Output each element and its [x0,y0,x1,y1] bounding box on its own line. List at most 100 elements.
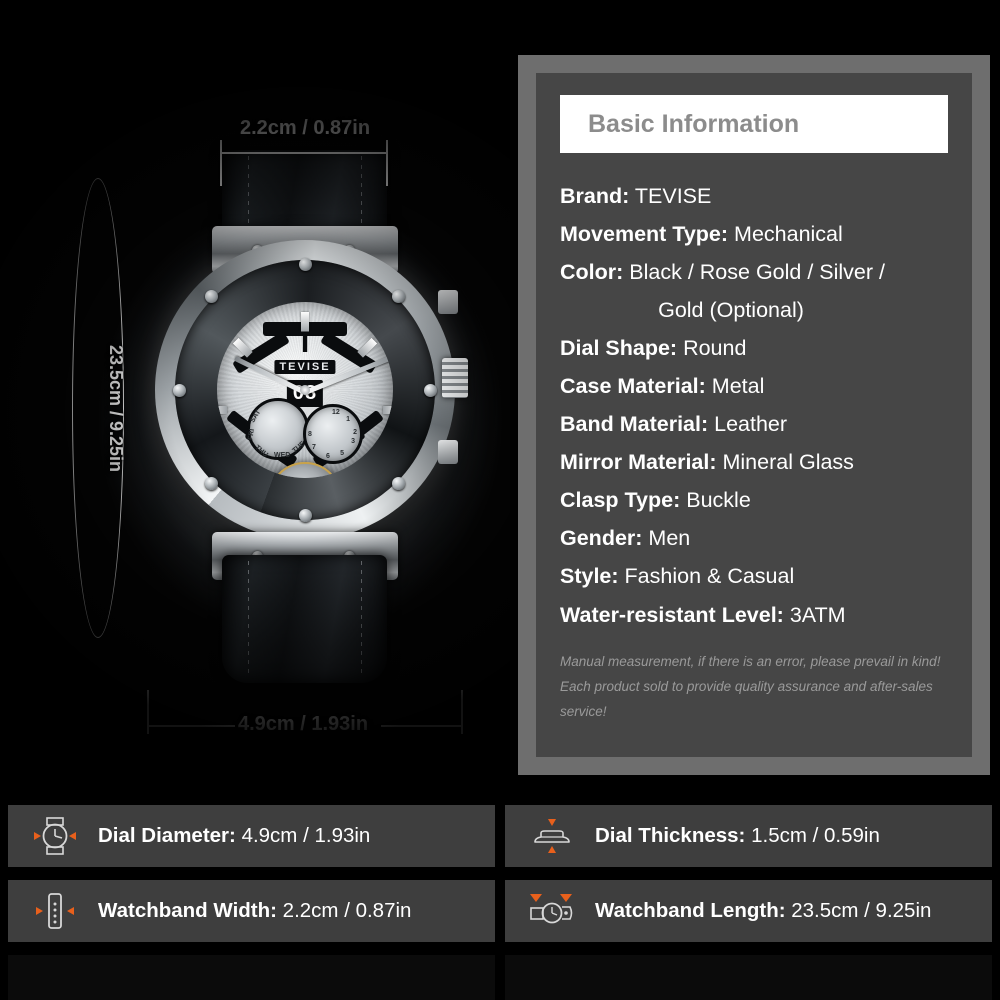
dial-diameter-guide-bar-right [381,725,463,727]
tevise-logo-icon: T [295,326,315,359]
watch-face-icon [26,816,84,856]
spec-value: Metal [711,374,765,399]
spec-key: Gender: [560,526,643,551]
hand-pivot [300,385,310,395]
subdial-hour-3: 3 [351,438,355,445]
subdial-hour-5: 5 [340,450,344,457]
spec-row-color: Color: Black / Rose Gold / Silver / [560,253,948,291]
measurement-value: 1.5cm / 0.59in [751,824,880,847]
measurement-key: Watchband Length: [595,899,786,922]
measurement-bar-text: Watchband Length: 23.5cm / 9.25in [595,899,931,923]
watch-profile-icon [523,816,581,856]
product-photo: T TEVISE 08 SAT FRI THU WED TUE 12 1 [0,0,510,795]
dial-brand-text: TEVISE [274,360,336,374]
spec-row-dial-shape: Dial Shape: Round [560,329,948,367]
measurement-bar-next-row-right [505,955,992,1000]
band-width-label: 2.2cm / 0.87in [240,117,371,139]
measurement-bar-text: Dial Diameter: 4.9cm / 1.93in [98,824,370,848]
spec-row-brand: Brand: TEVISE [560,177,948,215]
spec-row-movement-type: Movement Type: Mechanical [560,215,948,253]
spec-row-gender: Gender: Men [560,519,948,557]
spec-value: Fashion & Casual [624,564,795,589]
subdial-hour-2: 2 [353,429,357,436]
spec-key: Case Material: [560,374,706,399]
panel-note: Manual measurement, if there is an error… [560,650,948,725]
spec-key: Dial Shape: [560,336,678,361]
subdial-hour-1: 1 [346,416,350,423]
day-label-fri: FRI [247,428,257,441]
spec-value: Black / Rose Gold / Silver / [629,260,885,285]
measurement-value: 4.9cm / 1.93in [241,824,371,847]
spec-key: Color: [560,260,624,285]
spec-key: Water-resistant Level: [560,602,784,627]
measurement-value: 23.5cm / 9.25in [791,899,932,922]
chronograph-pusher-bottom [438,440,458,464]
spec-key: Movement Type: [560,222,729,247]
watch-band-length-icon [523,889,581,933]
spec-row-water-resistant-level: Water-resistant Level: 3ATM [560,596,948,634]
panel-header-title: Basic Information [588,109,800,138]
subdial-hour-12: 12 [332,409,340,416]
subdial-hour-6: 6 [326,453,330,460]
measurement-bar-watchband-length: Watchband Length: 23.5cm / 9.25in [505,880,992,942]
measurement-key: Dial Thickness: [595,824,746,847]
measurement-key: Dial Diameter: [98,824,236,847]
band-width-guide-left [220,140,222,186]
product-spec-image: T TEVISE 08 SAT FRI THU WED TUE 12 1 [0,0,1000,1000]
spec-key: Band Material: [560,412,709,437]
measurement-bar-dial-thickness: Dial Thickness: 1.5cm / 0.59in [505,805,992,867]
spec-row-color-continuation: Gold (Optional) [560,291,948,329]
spec-value: Leather [714,412,788,437]
measurement-value: 2.2cm / 0.87in [282,899,412,922]
day-label-sat: SAT [249,408,263,425]
measurement-bar-text: Dial Thickness: 1.5cm / 0.59in [595,824,880,848]
dial-diameter-guide-right [461,690,463,734]
watch-crown [442,358,468,398]
band-length-label: 23.5cm / 9.25in [106,344,127,473]
spec-value-continuation: Gold (Optional) [658,298,804,323]
measurement-bar-text: Watchband Width: 2.2cm / 0.87in [98,899,411,923]
spec-row-mirror-material: Mirror Material: Mineral Glass [560,443,948,481]
spec-row-case-material: Case Material: Metal [560,367,948,405]
panel-note-line-1: Manual measurement, if there is an error… [560,653,941,669]
spec-key: Clasp Type: [560,488,681,513]
day-label-wed: WED [274,452,291,459]
spec-key: Style: [560,564,619,589]
subdial-hour-7: 7 [312,444,316,451]
measurement-key: Watchband Width: [98,899,277,922]
spec-key: Brand: [560,184,630,208]
day-label-thu: THU [253,444,269,459]
spec-value: Buckle [686,488,751,513]
watch-case: T TEVISE 08 SAT FRI THU WED TUE 12 1 [155,240,455,540]
spec-value: Mineral Glass [722,450,854,475]
panel-note-line-2: Each product sold to provide quality ass… [560,678,933,719]
spec-row-clasp-type: Clasp Type: Buckle [560,481,948,519]
measurement-bar-next-row-left [8,955,495,1000]
measurement-bar-watchband-width: Watchband Width: 2.2cm / 0.87in [8,880,495,942]
watch-bezel: T TEVISE 08 SAT FRI THU WED TUE 12 1 [173,258,437,522]
basic-information-panel: Basic Information Brand: TEVISE Movement… [518,55,990,775]
subdial-hour-8: 8 [308,431,312,438]
watch-illustration: T TEVISE 08 SAT FRI THU WED TUE 12 1 [150,140,468,683]
spec-value: Men [648,526,691,551]
spec-row-band-material: Band Material: Leather [560,405,948,443]
watch-dial: T TEVISE 08 SAT FRI THU WED TUE 12 1 [217,302,393,478]
dial-diameter-label: 4.9cm / 1.93in [238,713,369,735]
panel-inner: Basic Information Brand: TEVISE Movement… [536,73,972,757]
hour-subdial: 12 1 2 3 5 6 7 8 [303,404,363,464]
spec-key: Mirror Material: [560,450,717,475]
measurement-bar-dial-diameter: Dial Diameter: 4.9cm / 1.93in [8,805,495,867]
spec-value: TEVISE [634,184,712,208]
day-subdial: SAT FRI THU WED TUE [247,398,309,460]
spec-value: Round [683,336,747,361]
dial-diameter-guide-bar-left [147,725,235,727]
band-width-guide-right [386,140,388,186]
band-width-guide-bar [220,152,388,154]
dial-diameter-guide-left [147,690,149,734]
spec-value: 3ATM [789,602,846,627]
spec-value: Mechanical [734,222,843,247]
strap-width-icon [26,889,84,933]
spec-row-style: Style: Fashion & Casual [560,557,948,595]
chronograph-pusher-top [438,290,458,314]
panel-header: Basic Information [560,95,948,153]
